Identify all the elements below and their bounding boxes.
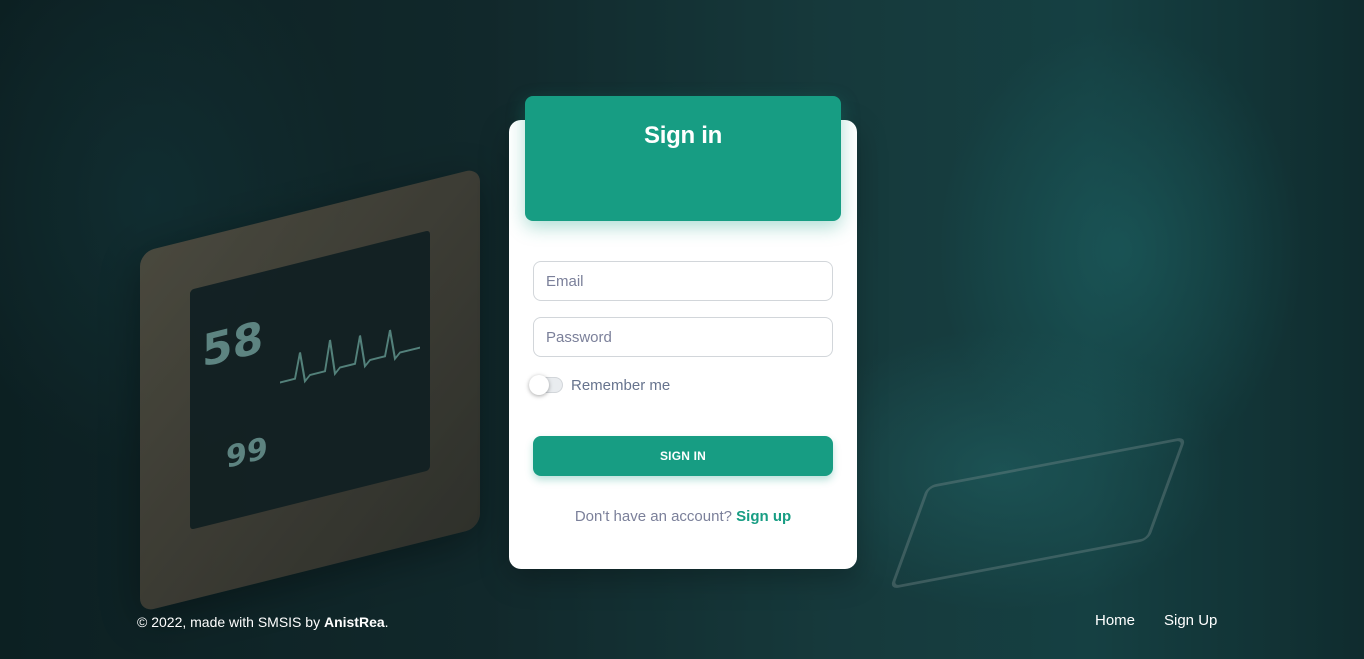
sign-in-card-header: Sign in <box>525 96 841 221</box>
sign-in-page: 58 99 Sign in Remember me SIGN IN Don't … <box>0 0 1364 659</box>
sign-in-button[interactable]: SIGN IN <box>533 436 833 476</box>
author-link[interactable]: AnistRea <box>324 614 385 630</box>
copyright-suffix: . <box>384 614 389 630</box>
toggle-knob <box>529 375 549 395</box>
password-field[interactable] <box>533 317 833 357</box>
signup-prompt-text: Don't have an account? <box>574 508 732 525</box>
footer-copyright: © 2022, made with SMSIS by AnistRea. <box>137 614 389 630</box>
signup-prompt: Don't have an account? Sign up <box>509 508 857 525</box>
copyright-prefix: © 2022, made with SMSIS by <box>137 614 324 630</box>
remember-me-toggle[interactable] <box>529 375 563 395</box>
footer-nav-home[interactable]: Home <box>1095 612 1135 629</box>
remember-me-row: Remember me <box>529 374 670 396</box>
remember-me-label[interactable]: Remember me <box>571 377 670 394</box>
sign-up-link[interactable]: Sign up <box>736 508 791 525</box>
footer-nav-sign-up[interactable]: Sign Up <box>1164 612 1217 629</box>
page-title: Sign in <box>644 122 722 149</box>
email-field[interactable] <box>533 261 833 301</box>
